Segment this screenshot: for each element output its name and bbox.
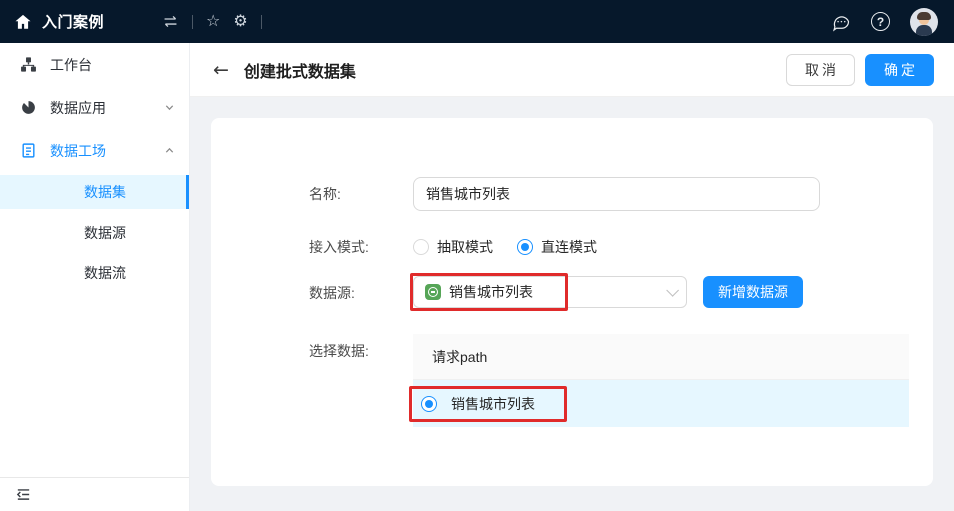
sidebar-subitem-label: 数据源	[84, 225, 126, 241]
sidebar-footer	[0, 477, 189, 511]
radio-option-extract-mode[interactable]: 抽取模式	[413, 237, 493, 257]
form-row-select-data: 选择数据: 请求path 销售城市列表	[309, 334, 909, 427]
confirm-button[interactable]: 确定	[865, 53, 934, 86]
topbar-right: ?	[831, 7, 938, 36]
radio-option-label: 直连模式	[541, 239, 597, 255]
topbar-brand[interactable]: 入门案例	[14, 11, 104, 32]
list-icon	[20, 142, 37, 159]
page-header: ← 创建批式数据集 取消 确定	[190, 43, 954, 97]
sidebar-item-label: 数据工场	[50, 142, 106, 159]
table-header: 请求path	[413, 334, 909, 380]
cancel-button[interactable]: 取消	[786, 53, 855, 86]
back-arrow-icon[interactable]: ←	[213, 59, 229, 81]
avatar-body	[916, 24, 932, 36]
pie-chart-icon	[20, 99, 37, 116]
topbar: 入门案例 ☆ ⚙ ?	[0, 0, 954, 43]
sidebar-item-dataset[interactable]: 数据集	[0, 175, 189, 209]
app-title: 入门案例	[42, 14, 105, 31]
star-icon[interactable]: ☆	[206, 13, 220, 30]
form-row-datasource: 数据源: 销售城市列表 新增数据源	[309, 273, 909, 311]
header-buttons: 取消 确定	[786, 53, 934, 86]
sidebar-subitem-label: 数据集	[84, 184, 126, 200]
radio-unselected-icon[interactable]	[413, 239, 429, 255]
divider	[192, 14, 194, 29]
chevron-down-icon	[164, 102, 175, 113]
access-mode-radio-group: 抽取模式 直连模式	[413, 230, 597, 257]
radio-option-label: 抽取模式	[437, 239, 493, 255]
form-row-access-mode: 接入模式: 抽取模式 直连模式	[309, 230, 909, 257]
swap-icon[interactable]	[162, 13, 179, 30]
sidebar: 工作台 数据应用 数据工场 数据集 数据源 数据流	[0, 43, 190, 511]
table-column-header: 请求path	[432, 348, 488, 365]
help-icon[interactable]: ?	[871, 12, 890, 31]
radio-selected-icon[interactable]	[517, 239, 533, 255]
name-label: 名称:	[309, 186, 341, 202]
divider	[260, 14, 262, 29]
sidebar-item-label: 数据应用	[50, 99, 106, 116]
main-area: ← 创建批式数据集 取消 确定 名称: 接入模式:	[190, 43, 954, 511]
chevron-down-icon	[666, 283, 679, 297]
chevron-up-icon	[164, 145, 175, 156]
select-data-label: 选择数据:	[309, 343, 369, 359]
row-radio-selected-icon[interactable]	[421, 395, 437, 412]
form-card: 名称: 接入模式: 抽取模式 直连模式	[211, 118, 933, 486]
name-input[interactable]	[413, 177, 820, 211]
gear-icon[interactable]: ⚙	[233, 13, 247, 30]
data-table: 请求path 销售城市列表	[409, 334, 909, 427]
topbar-tools: ☆ ⚙	[162, 13, 262, 30]
access-mode-label: 接入模式:	[309, 239, 369, 255]
workbench-icon	[20, 56, 37, 73]
menu-fold-icon[interactable]	[15, 486, 32, 503]
page-content: 名称: 接入模式: 抽取模式 直连模式	[190, 97, 954, 511]
table-cell-value: 销售城市列表	[451, 395, 535, 412]
sidebar-item-data-apps[interactable]: 数据应用	[0, 86, 189, 129]
table-row[interactable]: 销售城市列表	[409, 380, 909, 427]
sidebar-item-workbench[interactable]: 工作台	[0, 43, 189, 86]
sidebar-item-datasource[interactable]: 数据源	[0, 213, 189, 253]
datasource-select[interactable]: 销售城市列表	[413, 276, 687, 308]
datasource-selected-value: 销售城市列表	[449, 284, 533, 300]
sidebar-item-data-factory[interactable]: 数据工场	[0, 129, 189, 172]
sidebar-item-label: 工作台	[50, 56, 92, 73]
api-datasource-icon	[425, 284, 441, 300]
form-row-name: 名称:	[309, 177, 909, 211]
user-avatar[interactable]	[910, 7, 938, 36]
chat-icon[interactable]	[831, 12, 851, 32]
radio-option-direct-mode[interactable]: 直连模式	[517, 237, 597, 257]
page-title: 创建批式数据集	[243, 63, 356, 81]
sidebar-item-dataflow[interactable]: 数据流	[0, 253, 189, 293]
datasource-label: 数据源:	[309, 285, 355, 301]
datasource-select-wrap: 销售城市列表	[410, 273, 687, 311]
home-icon[interactable]	[14, 13, 32, 31]
avatar-hair	[917, 11, 931, 20]
add-datasource-button[interactable]: 新增数据源	[703, 276, 803, 308]
sidebar-subitem-label: 数据流	[84, 265, 126, 281]
